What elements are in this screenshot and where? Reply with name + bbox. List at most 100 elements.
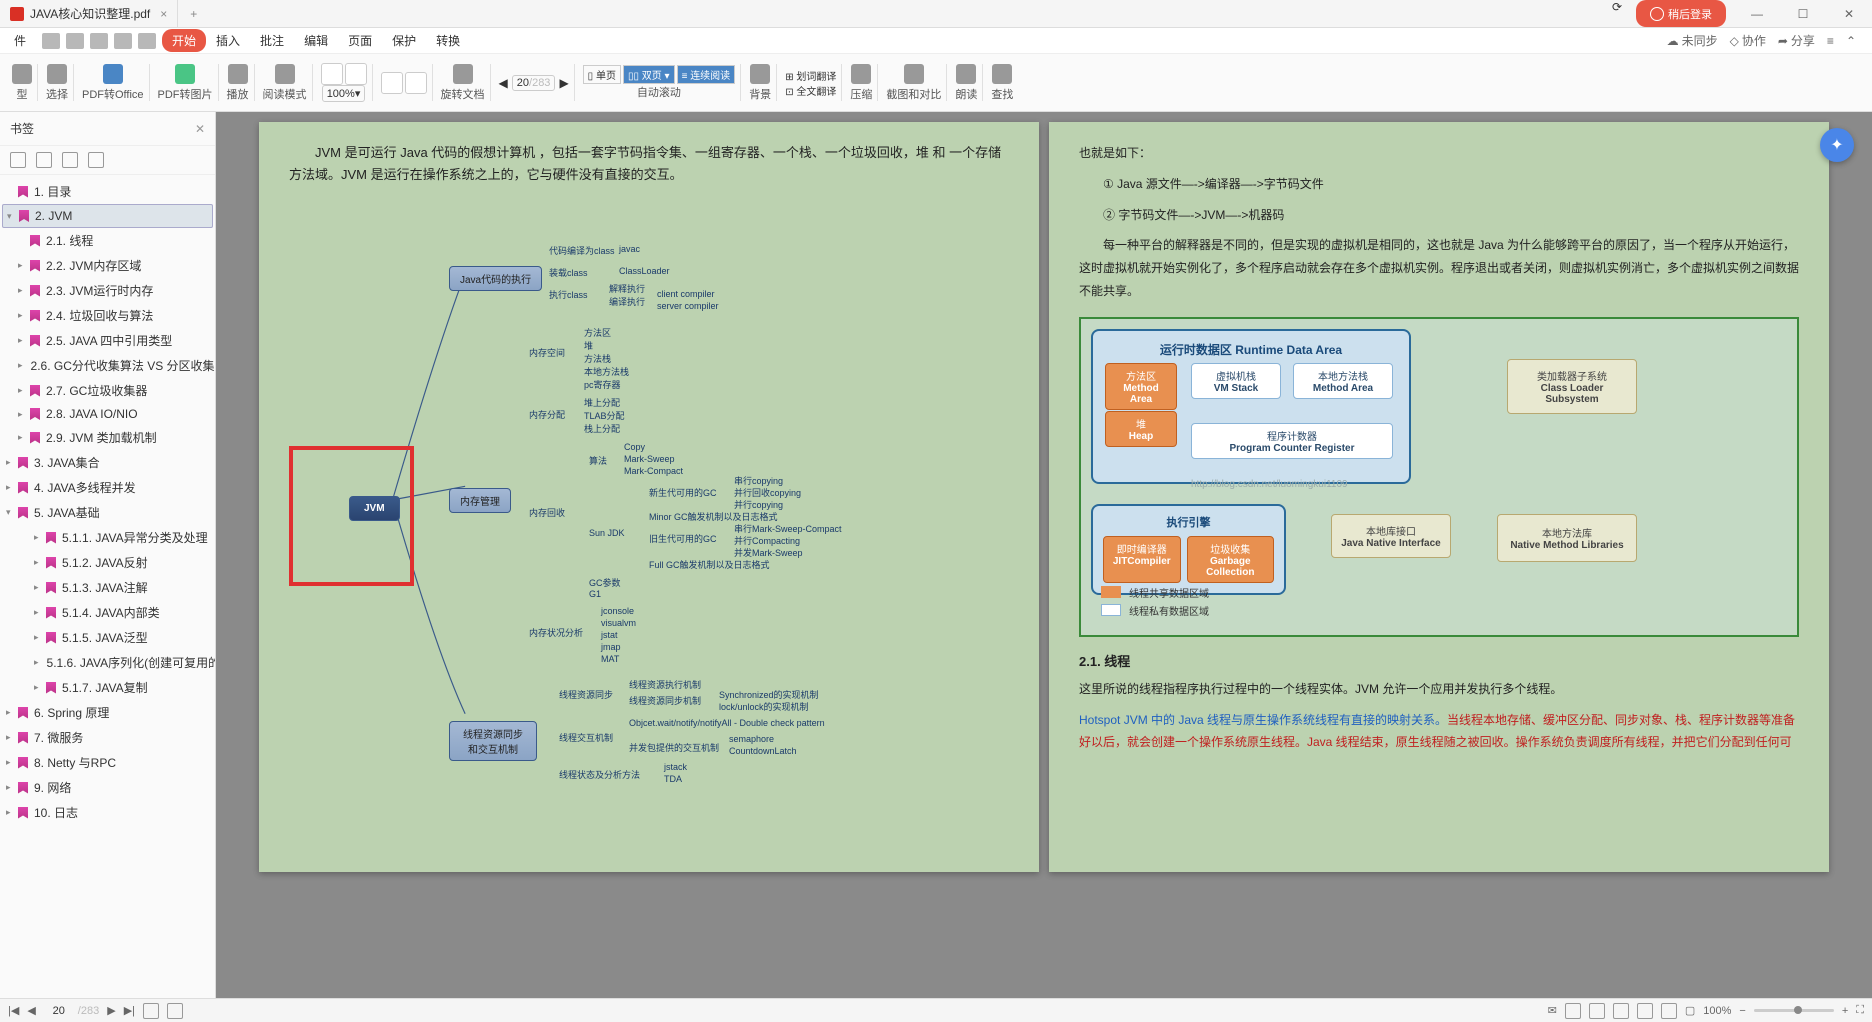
- sb-msg-icon[interactable]: ✉: [1548, 1004, 1557, 1017]
- sb-prev-icon[interactable]: ◀: [27, 1004, 35, 1017]
- view-mode-1[interactable]: [1565, 1003, 1581, 1019]
- menu-insert[interactable]: 插入: [206, 29, 250, 52]
- minimize-icon[interactable]: —: [1734, 0, 1780, 27]
- read-mode[interactable]: 阅读模式: [257, 56, 313, 109]
- next-page[interactable]: ▶: [559, 76, 568, 90]
- fit-width[interactable]: [321, 63, 343, 85]
- close-window-icon[interactable]: ✕: [1826, 0, 1872, 27]
- open-icon[interactable]: [42, 33, 60, 49]
- zoom-in-sb[interactable]: +: [1842, 1005, 1848, 1017]
- zoom-slider[interactable]: [1754, 1009, 1834, 1012]
- zoom-out-sb[interactable]: −: [1739, 1005, 1745, 1017]
- view-mode-4[interactable]: [1637, 1003, 1653, 1019]
- collab-button[interactable]: ◇ 协作: [1730, 32, 1766, 49]
- more-icon[interactable]: ≡: [1827, 34, 1834, 48]
- bookmark-item[interactable]: ▸2.4. 垃圾回收与算法: [2, 303, 213, 328]
- bookmark-item[interactable]: ▸9. 网络: [2, 775, 213, 800]
- menu-annotate[interactable]: 批注: [250, 29, 294, 52]
- print-icon[interactable]: [90, 33, 108, 49]
- compress[interactable]: 压缩: [844, 56, 878, 109]
- menu-protect[interactable]: 保护: [382, 29, 426, 52]
- format-group[interactable]: 型: [6, 56, 38, 109]
- sb-page[interactable]: 20 /283: [44, 1005, 99, 1017]
- word-translate[interactable]: ⊞ 划词翻译: [785, 68, 836, 83]
- sb-crop-icon[interactable]: [167, 1003, 183, 1019]
- pdf-to-image[interactable]: PDF转图片: [152, 56, 219, 109]
- play-button[interactable]: 播放: [221, 56, 255, 109]
- login-button[interactable]: 稍后登录: [1636, 0, 1726, 27]
- menu-convert[interactable]: 转换: [426, 29, 470, 52]
- bookmark-item[interactable]: ▸5.1.2. JAVA反射: [2, 550, 213, 575]
- bookmark-item[interactable]: ▸5.1.5. JAVA泛型: [2, 625, 213, 650]
- sb-layout-icon[interactable]: [143, 1003, 159, 1019]
- new-tab-button[interactable]: +: [178, 7, 209, 21]
- zoom-in-icon[interactable]: [381, 72, 403, 94]
- bookmark-folder-icon[interactable]: [62, 152, 78, 168]
- continuous-read[interactable]: ≡ 连续阅读: [677, 65, 736, 84]
- menu-page[interactable]: 页面: [338, 29, 382, 52]
- menu-edit[interactable]: 编辑: [294, 29, 338, 52]
- bookmark-item[interactable]: ▸3. JAVA集合: [2, 450, 213, 475]
- auto-scroll[interactable]: 自动滚动: [637, 84, 681, 100]
- bookmark-item[interactable]: ▾5. JAVA基础: [2, 500, 213, 525]
- bookmark-item[interactable]: ▸2.6. GC分代收集算法 VS 分区收集算法: [2, 353, 213, 378]
- remove-bookmark-icon[interactable]: [36, 152, 52, 168]
- view-mode-2[interactable]: [1589, 1003, 1605, 1019]
- zoom-combo[interactable]: 100% ▾: [322, 85, 366, 102]
- menu-start[interactable]: 开始: [162, 29, 206, 52]
- bookmark-item[interactable]: ▸6. Spring 原理: [2, 700, 213, 725]
- sidebar-close-icon[interactable]: ✕: [195, 122, 205, 136]
- fit-page[interactable]: [345, 63, 367, 85]
- document-viewport[interactable]: JVM 是可运行 Java 代码的假想计算机 ，包括一套字节码指令集、一组寄存器…: [216, 112, 1872, 998]
- bookmark-item[interactable]: ▸5.1.6. JAVA序列化(创建可复用的Java对象): [2, 650, 213, 675]
- view-mode-3[interactable]: [1613, 1003, 1629, 1019]
- bookmark-item[interactable]: 2.1. 线程: [2, 228, 213, 253]
- zoom-out-icon[interactable]: [405, 72, 427, 94]
- doc-tab[interactable]: JAVA核心知识整理.pdf ×: [0, 0, 178, 27]
- prev-page[interactable]: ◀: [499, 76, 508, 90]
- bookmark-item[interactable]: ▸2.7. GC垃圾收集器: [2, 378, 213, 403]
- select-text-group[interactable]: 选择: [40, 56, 74, 109]
- page-input[interactable]: 20: [517, 77, 529, 89]
- close-icon[interactable]: ×: [160, 7, 167, 21]
- view-mode-5[interactable]: [1661, 1003, 1677, 1019]
- bookmark-item[interactable]: ▸2.2. JVM内存区域: [2, 253, 213, 278]
- single-page[interactable]: ▯ 单页: [583, 65, 621, 84]
- bookmark-item[interactable]: ▸4. JAVA多线程并发: [2, 475, 213, 500]
- unsync-status[interactable]: ☁ 未同步: [1667, 32, 1718, 49]
- bookmark-item[interactable]: ▸5.1.3. JAVA注解: [2, 575, 213, 600]
- bookmark-item[interactable]: ▸2.9. JVM 类加载机制: [2, 425, 213, 450]
- share-button[interactable]: ➦ 分享: [1778, 32, 1815, 49]
- redo-icon[interactable]: [138, 33, 156, 49]
- pdf-to-office[interactable]: PDF转Office: [76, 56, 150, 109]
- save-icon[interactable]: [66, 33, 84, 49]
- read-aloud[interactable]: 朗读: [949, 56, 983, 109]
- menu-file[interactable]: 件: [4, 29, 36, 52]
- bookmark-item[interactable]: 1. 目录: [2, 179, 213, 204]
- full-translate[interactable]: ⊡ 全文翻译: [785, 87, 836, 98]
- bookmark-item[interactable]: ▾2. JVM: [2, 204, 213, 228]
- sb-first-icon[interactable]: |◀: [8, 1004, 19, 1017]
- sb-bookmark-icon[interactable]: ▢: [1685, 1004, 1695, 1017]
- ai-assistant-button[interactable]: ✦: [1820, 128, 1854, 162]
- bookmark-item[interactable]: ▸5.1.1. JAVA异常分类及处理: [2, 525, 213, 550]
- collapse-ribbon-icon[interactable]: ⌃: [1846, 34, 1856, 48]
- refresh-icon[interactable]: ⟳: [1612, 0, 1622, 27]
- fullscreen-icon[interactable]: ⛶: [1856, 1004, 1864, 1017]
- bookmark-item[interactable]: ▸2.3. JVM运行时内存: [2, 278, 213, 303]
- bookmark-item[interactable]: ▸8. Netty 与RPC: [2, 750, 213, 775]
- bookmark-item[interactable]: ▸7. 微服务: [2, 725, 213, 750]
- maximize-icon[interactable]: ☐: [1780, 0, 1826, 27]
- bookmark-item[interactable]: ▸5.1.4. JAVA内部类: [2, 600, 213, 625]
- add-bookmark-icon[interactable]: [10, 152, 26, 168]
- sb-last-icon[interactable]: ▶|: [124, 1004, 135, 1017]
- rotate-group[interactable]: 旋转文档: [435, 56, 491, 109]
- sb-next-icon[interactable]: ▶: [107, 1004, 115, 1017]
- double-page[interactable]: ▯▯ 双页 ▾: [623, 65, 675, 84]
- bookmark-item[interactable]: ▸2.8. JAVA IO/NIO: [2, 403, 213, 425]
- background[interactable]: 背景: [743, 56, 777, 109]
- bookmark-item[interactable]: ▸5.1.7. JAVA复制: [2, 675, 213, 700]
- bookmark-item[interactable]: ▸10. 日志: [2, 800, 213, 825]
- undo-icon[interactable]: [114, 33, 132, 49]
- bookmark-item[interactable]: ▸2.5. JAVA 四中引用类型: [2, 328, 213, 353]
